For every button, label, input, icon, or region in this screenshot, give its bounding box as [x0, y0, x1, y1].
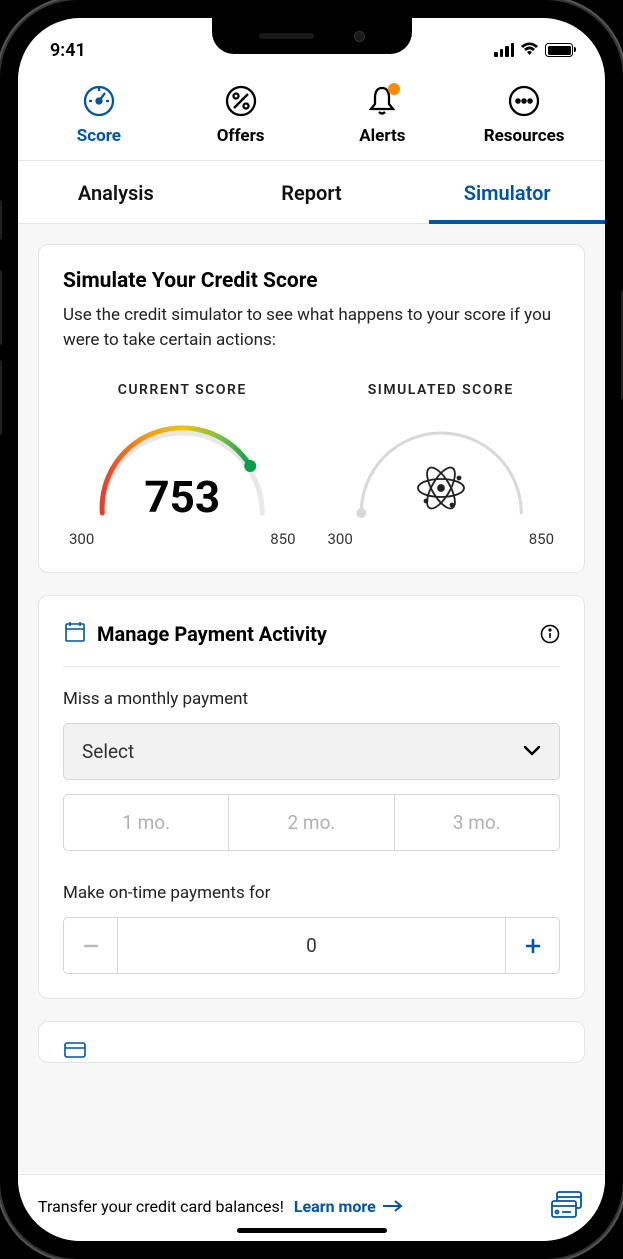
miss-payment-select[interactable]: Select: [63, 723, 560, 780]
nav-offers-label: Offers: [217, 126, 265, 146]
top-nav: Score Offers Alerts Resources: [18, 70, 605, 161]
card-icon: [63, 1040, 87, 1063]
status-time: 9:41: [50, 40, 86, 61]
wifi-icon: [520, 40, 539, 61]
content-area[interactable]: Simulate Your Credit Score Use the credi…: [18, 224, 605, 1172]
current-score-label: CURRENT SCORE: [63, 382, 302, 398]
simulate-card: Simulate Your Credit Score Use the credi…: [38, 244, 585, 573]
tab-analysis[interactable]: Analysis: [18, 161, 214, 223]
next-card-peek: [38, 1021, 585, 1063]
learn-more-label: Learn more: [294, 1197, 376, 1216]
bell-icon: [365, 84, 399, 118]
simulated-max: 850: [529, 530, 554, 548]
stepper-plus-button[interactable]: [505, 918, 559, 973]
home-indicator[interactable]: [237, 1228, 387, 1233]
nav-alerts-label: Alerts: [359, 126, 405, 146]
gauge-icon: [82, 84, 116, 118]
payment-activity-card: Manage Payment Activity Miss a monthly p…: [38, 595, 585, 999]
month-3[interactable]: 3 mo.: [395, 795, 559, 850]
miss-payment-label: Miss a monthly payment: [63, 689, 560, 709]
tab-report[interactable]: Report: [214, 161, 410, 223]
payment-section-title: Manage Payment Activity: [97, 622, 530, 646]
simulate-desc: Use the credit simulator to see what hap…: [63, 303, 560, 352]
arrow-right-icon: [382, 1199, 404, 1213]
simulated-min: 300: [328, 530, 353, 548]
current-max: 850: [270, 530, 295, 548]
simulate-title: Simulate Your Credit Score: [63, 269, 560, 293]
month-2[interactable]: 2 mo.: [229, 795, 394, 850]
chevron-down-icon: [523, 741, 541, 762]
simulated-score-label: SIMULATED SCORE: [322, 382, 561, 398]
cards-stack-icon: [549, 1189, 585, 1223]
nav-resources[interactable]: Resources: [453, 84, 595, 146]
nav-resources-label: Resources: [484, 126, 565, 146]
select-placeholder: Select: [82, 740, 134, 763]
stepper-value[interactable]: 0: [118, 918, 505, 973]
nav-score-label: Score: [77, 126, 121, 146]
signal-icon: [494, 43, 514, 57]
nav-alerts[interactable]: Alerts: [312, 84, 454, 146]
dots-icon: [507, 84, 541, 118]
month-options: 1 mo. 2 mo. 3 mo.: [63, 794, 560, 851]
calendar-icon: [63, 620, 87, 648]
current-score-value: 753: [144, 471, 220, 523]
battery-icon: [545, 43, 573, 57]
ontime-label: Make on-time payments for: [63, 883, 560, 903]
ontime-stepper: 0: [63, 917, 560, 974]
stepper-minus-button[interactable]: [64, 918, 118, 973]
atom-icon: [414, 461, 468, 519]
current-min: 300: [69, 530, 94, 548]
nav-offers[interactable]: Offers: [170, 84, 312, 146]
percent-icon: [224, 84, 258, 118]
nav-score[interactable]: Score: [28, 84, 170, 146]
info-icon[interactable]: [540, 624, 560, 644]
simulated-score-gauge: SIMULATED SCORE: [322, 382, 561, 548]
phone-notch: [212, 18, 412, 54]
current-score-gauge: CURRENT SCORE: [63, 382, 302, 548]
banner-text: Transfer your credit card balances!: [38, 1197, 284, 1216]
sub-tabs: Analysis Report Simulator: [18, 161, 605, 224]
month-1[interactable]: 1 mo.: [64, 795, 229, 850]
tab-simulator[interactable]: Simulator: [409, 161, 605, 223]
learn-more-link[interactable]: Learn more: [294, 1197, 404, 1216]
